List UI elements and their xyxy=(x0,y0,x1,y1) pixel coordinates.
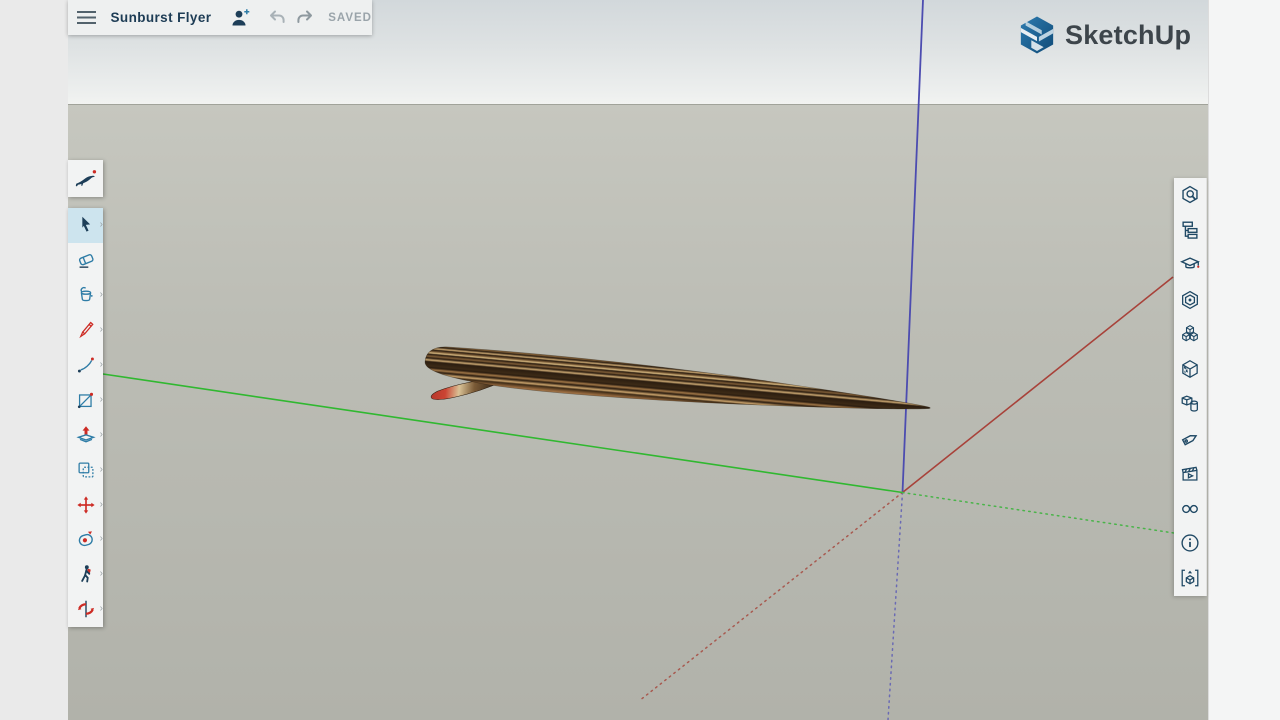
hamburger-menu-icon[interactable] xyxy=(68,11,105,25)
rectangle-diagonal-icon xyxy=(75,389,97,411)
left-margin-strip xyxy=(0,0,68,720)
tool-push-pull[interactable]: › xyxy=(68,417,103,452)
tool-pencil[interactable]: › xyxy=(68,313,103,348)
tool-shapes[interactable]: › xyxy=(68,382,103,417)
boxed-cube-arrow-icon xyxy=(1179,567,1201,589)
panel-entity-info[interactable] xyxy=(1174,178,1206,213)
cursor-arrow-icon xyxy=(75,214,97,236)
tool-rotate[interactable]: › xyxy=(68,522,103,557)
red-axis-dotted xyxy=(639,493,903,702)
walking-person-icon xyxy=(75,563,97,585)
red-axis-solid xyxy=(903,277,1174,493)
drawing-toolbar: › › › xyxy=(68,208,103,627)
arc-points-icon xyxy=(75,354,97,376)
sketchup-web-app: { "app": { "logo": { "icon": "sketchup-l… xyxy=(0,0,1280,720)
flyout-arrow-icon: › xyxy=(100,325,103,335)
flyout-arrow-icon: › xyxy=(100,290,103,300)
flyout-arrow-icon: › xyxy=(100,220,103,230)
tool-select[interactable]: › xyxy=(68,208,103,243)
surfboard-model[interactable] xyxy=(422,344,932,444)
panel-components[interactable] xyxy=(1174,317,1206,352)
push-pull-arrow-icon xyxy=(75,424,97,446)
flyout-arrow-icon: › xyxy=(100,500,103,510)
tag-icon xyxy=(1179,428,1201,450)
orbit-arrows-icon xyxy=(75,598,97,620)
leaping-dog-icon xyxy=(74,167,98,191)
right-margin-strip xyxy=(1208,0,1280,720)
protractor-rotate-icon xyxy=(75,528,97,550)
eraser-icon xyxy=(75,249,97,271)
panel-instructor[interactable] xyxy=(1174,248,1206,283)
checkered-cube-icon xyxy=(1179,358,1201,380)
surfboard-deck xyxy=(423,344,932,426)
save-status-badge: SAVED xyxy=(328,12,372,24)
flyout-arrow-icon: › xyxy=(100,534,103,544)
cube-magnifier-icon xyxy=(1179,184,1201,206)
flyout-arrow-icon: › xyxy=(100,604,103,614)
blue-axis-solid xyxy=(903,0,924,493)
panels-toolbar xyxy=(1174,178,1207,596)
document-title[interactable]: Sunburst Flyer xyxy=(111,10,212,25)
layered-boxes-icon xyxy=(1179,219,1201,241)
paint-bucket-icon xyxy=(75,284,97,306)
panel-solid-inspector[interactable] xyxy=(1174,561,1206,596)
four-way-arrows-icon xyxy=(75,494,97,516)
launcher-tool[interactable] xyxy=(68,160,103,197)
panel-scenes[interactable] xyxy=(1174,456,1206,491)
sketchup-logo-icon xyxy=(1018,15,1056,55)
green-axis-dotted xyxy=(903,493,1175,534)
cube-cylinder-icon xyxy=(1179,393,1201,415)
graduation-cap-icon xyxy=(1179,254,1201,276)
panel-styles[interactable] xyxy=(1174,282,1206,317)
tool-orbit[interactable]: › xyxy=(68,592,103,627)
tool-move[interactable]: › xyxy=(68,487,103,522)
panel-model-info[interactable] xyxy=(1174,526,1206,561)
scene-overlay xyxy=(68,0,1208,720)
glasses-icon xyxy=(1179,498,1201,520)
flyout-arrow-icon: › xyxy=(100,430,103,440)
offset-squares-icon xyxy=(75,459,97,481)
pencil-icon xyxy=(75,319,97,341)
document-top-bar: Sunburst Flyer SAVED xyxy=(68,0,372,35)
3d-viewport-canvas[interactable] xyxy=(68,0,1208,720)
flyout-arrow-icon: › xyxy=(100,569,103,579)
tool-walk[interactable]: › xyxy=(68,557,103,592)
flyout-arrow-icon: › xyxy=(100,465,103,475)
concentric-hexagons-icon xyxy=(1179,289,1201,311)
undo-arrow-icon[interactable] xyxy=(263,9,290,27)
stacked-cubes-icon xyxy=(1179,324,1201,346)
tool-offset[interactable]: › xyxy=(68,452,103,487)
sketchup-watermark: SketchUp xyxy=(1018,15,1191,55)
panel-3d-warehouse[interactable] xyxy=(1174,387,1206,422)
redo-arrow-icon[interactable] xyxy=(291,9,318,27)
panel-tags[interactable] xyxy=(1174,422,1206,457)
clapperboard-icon xyxy=(1179,463,1201,485)
panel-materials[interactable] xyxy=(1174,352,1206,387)
tool-arc[interactable]: › xyxy=(68,348,103,383)
tool-paint[interactable]: › xyxy=(68,278,103,313)
drawing-axes xyxy=(103,0,1174,720)
add-person-icon[interactable] xyxy=(225,8,255,28)
flyout-arrow-icon: › xyxy=(100,360,103,370)
sketchup-logo-text: SketchUp xyxy=(1065,20,1191,51)
panel-outliner[interactable] xyxy=(1174,213,1206,248)
panel-display[interactable] xyxy=(1174,491,1206,526)
blue-axis-dotted xyxy=(888,493,903,720)
tool-eraser[interactable] xyxy=(68,243,103,278)
info-circle-icon xyxy=(1179,532,1201,554)
flyout-arrow-icon: › xyxy=(100,395,103,405)
